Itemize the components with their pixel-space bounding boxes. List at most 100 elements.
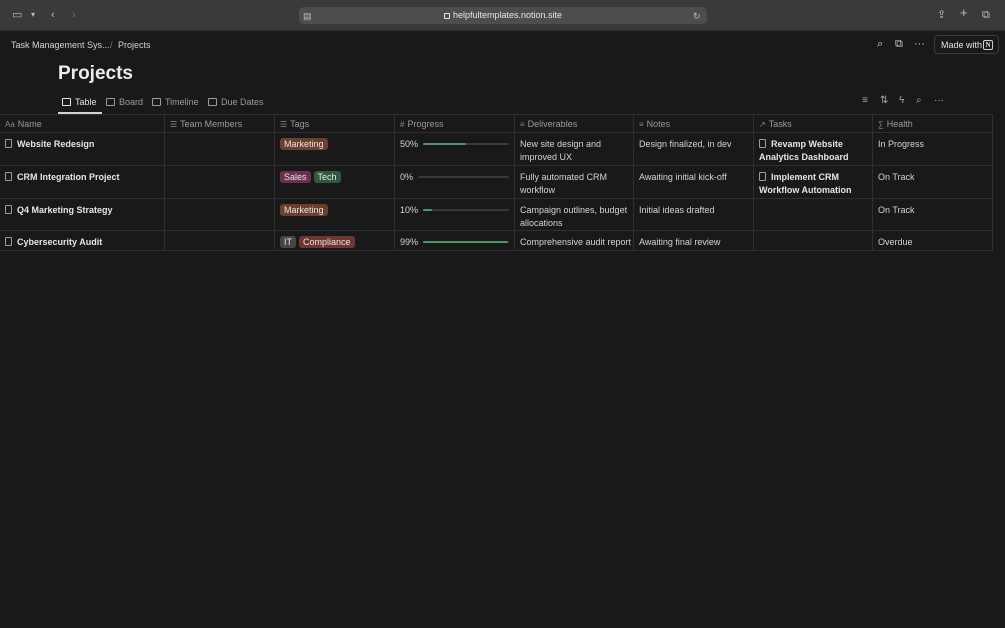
column-team-members[interactable]: ☰ Team Members bbox=[165, 115, 275, 133]
tasks-cell[interactable] bbox=[754, 231, 873, 250]
url-text: helpfultemplates.notion.site bbox=[452, 10, 563, 20]
notes-cell[interactable]: Initial ideas drafted bbox=[634, 199, 754, 230]
relation-arrow-icon: ↗ bbox=[759, 120, 766, 129]
health-cell[interactable]: In Progress bbox=[873, 133, 993, 165]
deliverables-cell[interactable]: Fully automated CRM workflow bbox=[515, 166, 634, 198]
progress-cell[interactable]: 99% bbox=[395, 231, 515, 250]
deliverables-cell[interactable]: New site design and improved UX bbox=[515, 133, 634, 165]
tags-cell[interactable]: Marketing bbox=[275, 199, 395, 230]
lock-icon bbox=[443, 13, 450, 19]
chevron-down-icon[interactable]: ▾ bbox=[31, 8, 35, 22]
address-bar[interactable]: ▤ helpfultemplates.notion.site ↻ bbox=[299, 7, 707, 24]
share-icon[interactable]: ⇪ bbox=[937, 8, 946, 22]
sort-icon[interactable]: ⇅ bbox=[880, 95, 888, 106]
column-notes[interactable]: ≡ Notes bbox=[634, 115, 754, 133]
notes-cell[interactable]: Awaiting initial kick-off bbox=[634, 166, 754, 198]
project-name: CRM Integration Project bbox=[17, 172, 120, 182]
team-members-cell[interactable] bbox=[165, 133, 275, 165]
column-name[interactable]: Aa Name bbox=[0, 115, 165, 133]
column-deliverables-label: Deliverables bbox=[527, 119, 578, 129]
progress-bar-fill bbox=[423, 209, 432, 211]
tab-table-label: Table bbox=[75, 97, 97, 107]
tab-board[interactable]: Board bbox=[106, 94, 143, 113]
column-deliverables[interactable]: ≡ Deliverables bbox=[515, 115, 634, 133]
back-icon[interactable]: ‹ bbox=[51, 8, 55, 22]
table-row[interactable]: Cybersecurity Audit IT Compliance 99% Com… bbox=[0, 231, 993, 251]
column-tasks[interactable]: ↗ Tasks bbox=[754, 115, 873, 133]
progress-cell[interactable]: 10% bbox=[395, 199, 515, 230]
team-members-cell[interactable] bbox=[165, 199, 275, 230]
table-row[interactable]: Q4 Marketing Strategy Marketing 10% Camp… bbox=[0, 199, 993, 231]
project-name-cell[interactable]: Cybersecurity Audit bbox=[0, 231, 165, 250]
health-cell[interactable]: On Track bbox=[873, 199, 993, 230]
duplicate-icon[interactable]: ⧉ bbox=[895, 38, 903, 50]
text-lines-icon: ≡ bbox=[520, 120, 525, 129]
project-name-cell[interactable]: CRM Integration Project bbox=[0, 166, 165, 198]
project-name: Website Redesign bbox=[17, 139, 95, 149]
tasks-cell[interactable]: Revamp Website Analytics Dashboard bbox=[754, 133, 873, 165]
forward-icon[interactable]: › bbox=[72, 8, 76, 22]
column-progress[interactable]: # Progress bbox=[395, 115, 515, 133]
health-cell[interactable]: Overdue bbox=[873, 231, 993, 250]
column-name-label: Name bbox=[17, 119, 42, 129]
page-title: Projects bbox=[58, 63, 133, 84]
table-search-icon[interactable]: ⌕ bbox=[916, 95, 922, 106]
sidebar-toggle-icon[interactable]: ▭ bbox=[12, 8, 22, 22]
multi-select-icon: ☰ bbox=[280, 120, 288, 129]
page-icon bbox=[5, 205, 12, 214]
progress-cell[interactable]: 0% bbox=[395, 166, 515, 198]
reload-icon[interactable]: ↻ bbox=[693, 9, 701, 23]
notes-cell[interactable]: Awaiting final review bbox=[634, 231, 754, 250]
new-tab-icon[interactable]: + bbox=[960, 6, 968, 20]
progress-bar bbox=[423, 241, 509, 243]
deliverables-cell[interactable]: Campaign outlines, budget allocations bbox=[515, 199, 634, 230]
task-link[interactable]: Implement CRM Workflow Automation bbox=[759, 172, 852, 195]
table-icon bbox=[62, 98, 71, 106]
column-tags[interactable]: ☰ Tags bbox=[275, 115, 395, 133]
task-link[interactable]: Revamp Website Analytics Dashboard bbox=[759, 139, 849, 162]
breadcrumb-parent[interactable]: Task Management Sys... bbox=[11, 40, 110, 50]
column-health-label: Health bbox=[886, 119, 913, 129]
tab-timeline[interactable]: Timeline bbox=[152, 94, 199, 113]
tab-timeline-label: Timeline bbox=[165, 97, 199, 107]
more-icon[interactable]: ··· bbox=[914, 38, 925, 50]
text-lines-icon: ≡ bbox=[639, 120, 644, 129]
tag-sales: Sales bbox=[280, 171, 311, 183]
table-row[interactable]: Website Redesign Marketing 50% New site … bbox=[0, 133, 993, 166]
automation-icon[interactable]: ϟ bbox=[899, 95, 904, 106]
table-more-icon[interactable]: ··· bbox=[934, 95, 944, 106]
progress-value: 10% bbox=[400, 205, 419, 215]
project-name-cell[interactable]: Website Redesign bbox=[0, 133, 165, 165]
search-icon[interactable]: ⌕ bbox=[877, 38, 883, 50]
tags-cell[interactable]: Marketing bbox=[275, 133, 395, 165]
progress-bar-fill bbox=[423, 143, 466, 145]
breadcrumb-current[interactable]: Projects bbox=[118, 40, 151, 50]
team-members-cell[interactable] bbox=[165, 231, 275, 250]
filter-icon[interactable]: ≡ bbox=[862, 95, 868, 106]
tags-cell[interactable]: IT Compliance bbox=[275, 231, 395, 250]
tags-cell[interactable]: Sales Tech bbox=[275, 166, 395, 198]
tasks-cell[interactable] bbox=[754, 199, 873, 230]
notes-cell[interactable]: Design finalized, in dev bbox=[634, 133, 754, 165]
health-cell[interactable]: On Track bbox=[873, 166, 993, 198]
tab-due-dates[interactable]: Due Dates bbox=[208, 94, 264, 113]
tabs-overview-icon[interactable]: ⧉ bbox=[982, 8, 990, 22]
progress-value: 99% bbox=[400, 237, 419, 247]
list-icon: ☰ bbox=[170, 120, 178, 129]
progress-cell[interactable]: 50% bbox=[395, 133, 515, 165]
project-name-cell[interactable]: Q4 Marketing Strategy bbox=[0, 199, 165, 230]
tag-marketing: Marketing bbox=[280, 138, 328, 150]
team-members-cell[interactable] bbox=[165, 166, 275, 198]
page-icon bbox=[759, 172, 766, 181]
project-name: Cybersecurity Audit bbox=[17, 237, 103, 247]
deliverables-cell[interactable]: Comprehensive audit report bbox=[515, 231, 634, 250]
notion-topbar: Task Management Sys... / Projects ⌕ ⧉ ··… bbox=[0, 31, 1005, 58]
progress-bar bbox=[423, 209, 509, 211]
tab-table[interactable]: Table bbox=[62, 94, 97, 113]
table-row[interactable]: CRM Integration Project Sales Tech 0% Ful… bbox=[0, 166, 993, 199]
tasks-cell[interactable]: Implement CRM Workflow Automation bbox=[754, 166, 873, 198]
progress-bar bbox=[423, 143, 509, 145]
made-with-notion-button[interactable]: Made with N bbox=[934, 35, 999, 54]
breadcrumb-separator: / bbox=[110, 40, 113, 50]
column-health[interactable]: ∑ Health bbox=[873, 115, 993, 133]
